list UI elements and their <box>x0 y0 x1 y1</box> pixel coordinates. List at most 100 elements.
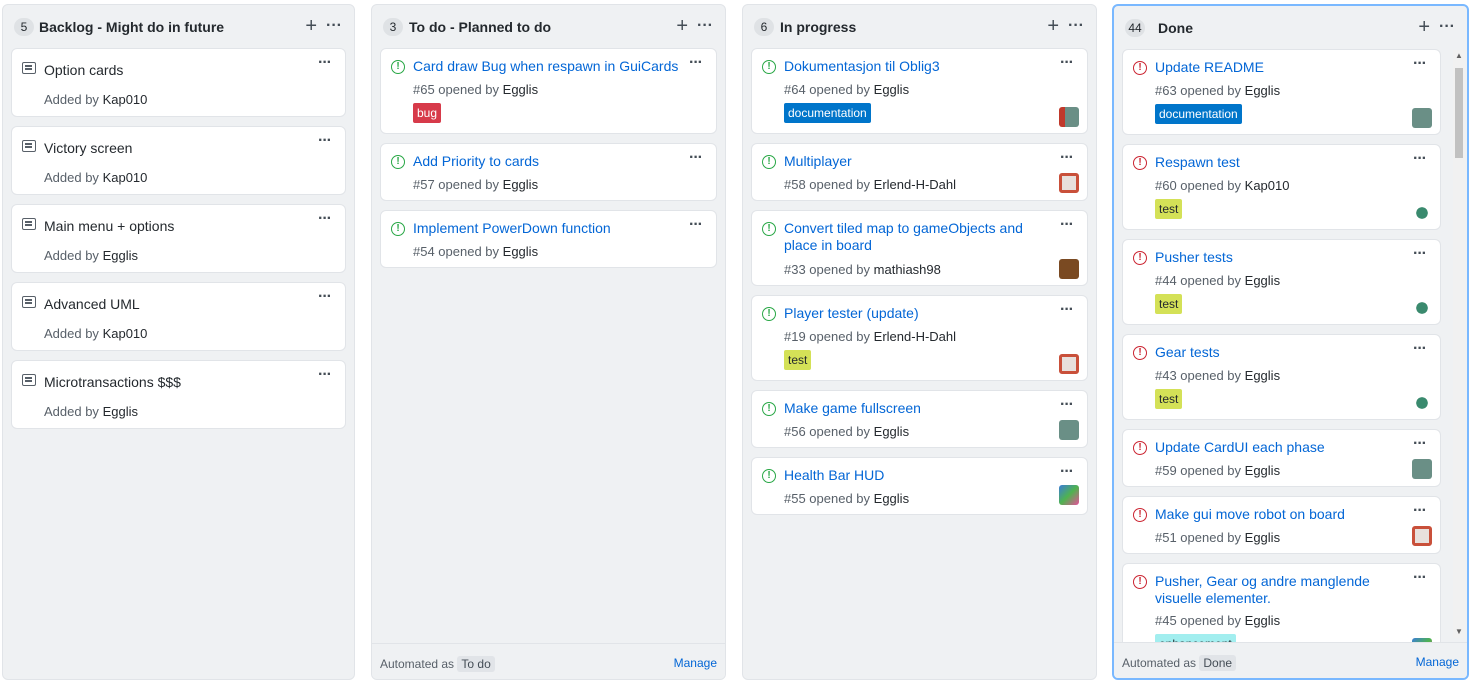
card-added-by: Added by Kap010 <box>44 92 148 107</box>
issue-card[interactable]: ! Player tester (update) ··· #19 opened … <box>751 295 1088 381</box>
issue-card[interactable]: ! Implement PowerDown function ··· #54 o… <box>380 210 717 268</box>
issue-card[interactable]: ! Add Priority to cards ··· #57 opened b… <box>380 143 717 201</box>
issue-title[interactable]: Dokumentasjon til Oblig3 <box>784 58 1051 75</box>
issue-card[interactable]: ! Update CardUI each phase ··· #59 opene… <box>1122 429 1441 487</box>
issue-title[interactable]: Add Priority to cards <box>413 153 680 170</box>
card-list: ! Card draw Bug when respawn in GuiCards… <box>380 48 717 643</box>
note-icon <box>22 140 36 152</box>
column-count: 3 <box>383 18 403 36</box>
kebab-icon[interactable]: ··· <box>318 367 332 383</box>
kebab-icon[interactable]: ··· <box>1413 246 1427 262</box>
avatar <box>1059 354 1079 374</box>
kebab-icon[interactable]: ··· <box>1413 56 1427 72</box>
kebab-icon[interactable]: ··· <box>1060 217 1074 233</box>
issue-card[interactable]: ! Gear tests ··· #43 opened by Egglis te… <box>1122 334 1441 420</box>
note-card[interactable]: Option cards ··· Added by Kap010 <box>11 48 346 117</box>
scrollbar[interactable]: ▲ ▼ <box>1453 50 1465 638</box>
issue-card[interactable]: ! Dokumentasjon til Oblig3 ··· #64 opene… <box>751 48 1088 134</box>
issue-title[interactable]: Convert tiled map to gameObjects and plac… <box>784 220 1051 254</box>
kebab-icon[interactable]: ··· <box>1413 570 1427 586</box>
kebab-icon[interactable]: ··· <box>697 16 713 36</box>
issue-opened-icon: ! <box>762 60 776 74</box>
issue-title[interactable]: Make gui move robot on board <box>1155 506 1404 523</box>
kebab-icon[interactable]: ··· <box>1413 436 1427 452</box>
issue-card[interactable]: ! Make game fullscreen ··· #56 opened by… <box>751 390 1088 448</box>
label-test[interactable]: test <box>1155 389 1183 409</box>
issue-title[interactable]: Player tester (update) <box>784 305 1051 322</box>
kebab-icon[interactable]: ··· <box>1413 341 1427 357</box>
column-count: 44 <box>1125 19 1145 37</box>
issue-meta: #44 opened by Egglis <box>1155 273 1281 288</box>
note-card[interactable]: Advanced UML ··· Added by Kap010 <box>11 282 346 351</box>
kebab-icon[interactable]: ··· <box>318 211 332 227</box>
manage-link[interactable]: Manage <box>674 656 717 670</box>
issue-title[interactable]: Update README <box>1155 59 1404 76</box>
issue-title[interactable]: Pusher tests <box>1155 249 1404 266</box>
kebab-icon[interactable]: ··· <box>318 289 332 305</box>
kebab-icon[interactable]: ··· <box>1060 55 1074 71</box>
issue-card[interactable]: ! Update README ··· #63 opened by Egglis… <box>1122 49 1441 135</box>
kebab-icon[interactable]: ··· <box>1413 151 1427 167</box>
note-card[interactable]: Microtransactions $$$ ··· Added by Eggli… <box>11 360 346 429</box>
manage-link[interactable]: Manage <box>1416 655 1459 669</box>
plus-icon[interactable]: + <box>1418 17 1430 37</box>
kebab-icon[interactable]: ··· <box>689 150 703 166</box>
issue-title[interactable]: Multiplayer <box>784 153 1051 170</box>
issue-card[interactable]: ! Pusher, Gear og andre manglende visuell… <box>1122 563 1441 642</box>
note-card[interactable]: Victory screen ··· Added by Kap010 <box>11 126 346 195</box>
label-enhancement[interactable]: enhancement <box>1155 634 1236 642</box>
label-documentation[interactable]: documentation <box>784 103 871 123</box>
issue-card[interactable]: ! Pusher tests ··· #44 opened by Egglis … <box>1122 239 1441 325</box>
issue-title[interactable]: Respawn test <box>1155 154 1404 171</box>
kebab-icon[interactable]: ··· <box>689 217 703 233</box>
issue-closed-icon: ! <box>1133 346 1147 360</box>
issue-title[interactable]: Pusher, Gear og andre manglende visuelle … <box>1155 573 1404 607</box>
plus-icon[interactable]: + <box>1047 16 1059 36</box>
kebab-icon[interactable]: ··· <box>1060 302 1074 318</box>
kebab-icon[interactable]: ··· <box>1413 503 1427 519</box>
issue-title[interactable]: Card draw Bug when respawn in GuiCards <box>413 58 680 75</box>
kebab-icon[interactable]: ··· <box>1060 150 1074 166</box>
kebab-icon[interactable]: ··· <box>326 16 342 36</box>
kebab-icon[interactable]: ··· <box>1060 397 1074 413</box>
kebab-icon[interactable]: ··· <box>1060 464 1074 480</box>
note-icon <box>22 374 36 386</box>
avatar <box>1412 393 1432 413</box>
issue-title[interactable]: Health Bar HUD <box>784 467 1051 484</box>
column-header: 3 To do - Planned to do + ··· <box>372 5 725 49</box>
scrollbar-thumb[interactable] <box>1455 68 1463 158</box>
label-test[interactable]: test <box>784 350 812 370</box>
avatar <box>1059 107 1079 127</box>
issue-title[interactable]: Gear tests <box>1155 344 1404 361</box>
label-test[interactable]: test <box>1155 294 1183 314</box>
issue-meta: #56 opened by Egglis <box>784 424 910 439</box>
kebab-icon[interactable]: ··· <box>1068 16 1084 36</box>
issue-title[interactable]: Update CardUI each phase <box>1155 439 1404 456</box>
issue-title[interactable]: Make game fullscreen <box>784 400 1051 417</box>
plus-icon[interactable]: + <box>676 16 688 36</box>
kebab-icon[interactable]: ··· <box>1439 17 1455 37</box>
kebab-icon[interactable]: ··· <box>689 55 703 71</box>
kebab-icon[interactable]: ··· <box>318 133 332 149</box>
issue-card[interactable]: ! Card draw Bug when respawn in GuiCards… <box>380 48 717 134</box>
plus-icon[interactable]: + <box>305 16 317 36</box>
issue-card[interactable]: ! Make gui move robot on board ··· #51 o… <box>1122 496 1441 554</box>
scroll-up-arrow-icon[interactable]: ▲ <box>1453 50 1465 62</box>
issue-card[interactable]: ! Health Bar HUD ··· #55 opened by Eggli… <box>751 457 1088 515</box>
issue-card[interactable]: ! Convert tiled map to gameObjects and pl… <box>751 210 1088 286</box>
card-title: Advanced UML <box>44 296 140 312</box>
issue-title[interactable]: Implement PowerDown function <box>413 220 680 237</box>
kebab-icon[interactable]: ··· <box>318 55 332 71</box>
label-test[interactable]: test <box>1155 199 1183 219</box>
issue-opened-icon: ! <box>762 402 776 416</box>
issue-card[interactable]: ! Multiplayer ··· #58 opened by Erlend-H… <box>751 143 1088 201</box>
note-icon <box>22 62 36 74</box>
note-card[interactable]: Main menu + options ··· Added by Egglis <box>11 204 346 273</box>
label-bug[interactable]: bug <box>413 103 442 123</box>
issue-opened-icon: ! <box>762 469 776 483</box>
label-documentation[interactable]: documentation <box>1155 104 1242 124</box>
scroll-down-arrow-icon[interactable]: ▼ <box>1453 626 1465 638</box>
issue-meta: #64 opened by Egglis <box>784 82 910 97</box>
card-added-by: Added by Egglis <box>44 248 138 263</box>
issue-card[interactable]: ! Respawn test ··· #60 opened by Kap010 … <box>1122 144 1441 230</box>
